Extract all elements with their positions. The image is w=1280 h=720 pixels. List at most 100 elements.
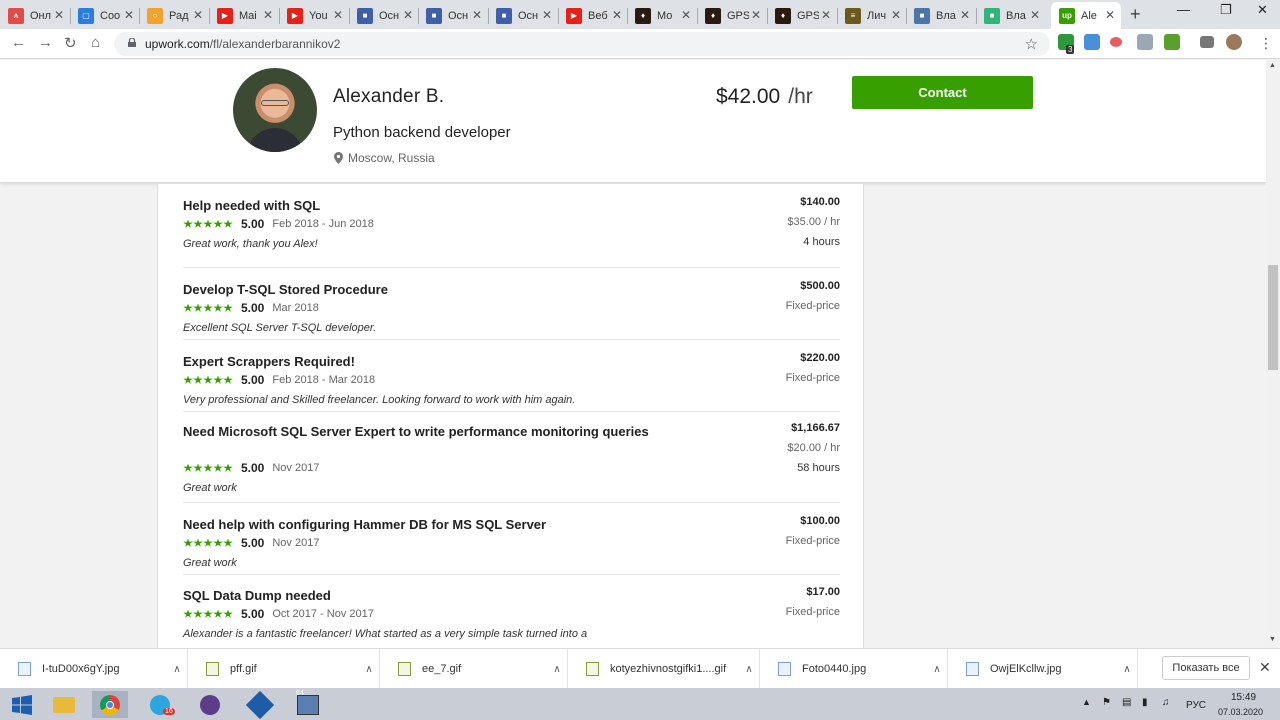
download-filename: kotyezhivnostgifki1....gif [610,663,727,675]
extension-heart-icon[interactable] [1110,37,1122,47]
tab-close-icon[interactable]: ✕ [124,8,134,22]
job-title[interactable]: SQL Data Dump needed [183,586,653,605]
reload-button[interactable]: ↻ [64,34,77,52]
show-all-downloads-button[interactable]: Показать все [1162,656,1250,680]
tab-close-icon[interactable]: ✕ [891,8,901,22]
tab-close-icon[interactable]: ✕ [542,8,552,22]
bookmark-star-icon[interactable]: ☆ [1025,35,1038,53]
media-control-icon[interactable] [1200,36,1214,48]
tab-close-icon[interactable]: ✕ [612,8,622,22]
network-icon[interactable]: ▤ [1122,697,1131,708]
browser-tab[interactable]: ▢ Coo ✕ [70,2,140,29]
job-title[interactable]: Expert Scrappers Required! [183,352,653,371]
chrome-taskbar-icon[interactable] [92,691,128,718]
browser-tab[interactable]: ▶ Mai ✕ [209,2,279,29]
tab-close-icon[interactable]: ✕ [821,8,831,22]
tab-close-icon[interactable]: ✕ [193,8,203,22]
close-downloads-bar-icon[interactable]: ✕ [1259,659,1271,676]
chrome-menu-icon[interactable]: ⋮ [1259,35,1273,52]
browser-tab[interactable]: ■ Осн ✕ [418,2,488,29]
file-explorer-icon[interactable] [46,691,82,718]
download-item[interactable]: OwjElKcllw.jpg ∧ [948,649,1138,689]
job-title[interactable]: Need Microsoft SQL Server Expert to writ… [183,422,653,441]
restore-button[interactable]: ❐ [1220,2,1232,18]
browser-tab[interactable]: ♦ GPS ✕ [697,2,767,29]
browser-tab[interactable]: up Ale ✕ [1051,2,1121,29]
profile-avatar-icon[interactable] [1226,34,1242,50]
scroll-down-arrow-icon[interactable]: ▼ [1269,636,1276,643]
tor-browser-icon[interactable] [192,691,228,718]
job-title[interactable]: Help needed with SQL [183,196,653,215]
windows-logo-icon [12,694,32,715]
job-rate-type: Fixed-price [785,535,840,547]
job-title[interactable]: Need help with configuring Hammer DB for… [183,515,653,534]
tab-label: Рад [169,9,189,22]
back-button[interactable]: ← [11,34,26,51]
download-item[interactable]: Foto0440.jpg ∧ [760,649,948,689]
browser-tab[interactable]: ▶ Веб ✕ [558,2,628,29]
chevron-up-icon[interactable]: ∧ [739,664,759,675]
tab-label: Ale [1081,9,1097,22]
tab-close-icon[interactable]: ✕ [751,8,761,22]
browser-tab[interactable]: ♦ GPS ✕ [767,2,837,29]
clock-time[interactable]: 15:49 [1231,692,1256,703]
scroll-up-arrow-icon[interactable]: ▲ [1269,62,1276,69]
job-title[interactable]: Develop T-SQL Stored Procedure [183,280,653,299]
job-hours: 58 hours [797,462,840,474]
tab-close-icon[interactable]: ✕ [333,8,343,22]
download-item[interactable]: kotyezhivnostgifki1....gif ∧ [568,649,760,689]
browser-tab[interactable]: ≡ Лич ✕ [837,2,907,29]
close-window-button[interactable]: ✕ [1257,2,1268,18]
browser-tab[interactable]: ■ Осн ✕ [488,2,558,29]
page-scrollbar[interactable]: ▲ ▼ [1266,60,1280,648]
chevron-up-icon[interactable]: ∧ [359,664,379,675]
scrollbar-thumb[interactable] [1268,265,1278,370]
chevron-up-icon[interactable]: ∧ [547,664,567,675]
tab-close-icon[interactable]: ✕ [681,8,691,22]
tab-close-icon[interactable]: ✕ [960,8,970,22]
download-item[interactable]: pff.gif ∧ [188,649,380,689]
browser-tab[interactable]: ■ Осн ✕ [349,2,419,29]
tab-label: Веб [588,9,608,22]
tab-close-icon[interactable]: ✕ [403,8,413,22]
chevron-up-icon[interactable]: ∧ [167,664,187,675]
browser-tab[interactable]: ♦ Мо ✕ [627,2,697,29]
extension-evernote-icon[interactable] [1164,34,1180,50]
extension-photo-icon[interactable] [1137,34,1153,50]
minimize-button[interactable]: — [1177,2,1190,17]
address-bar[interactable]: upwork.com/fl/alexanderbarannikov2 ☆ [114,32,1050,56]
download-filename: OwjElKcllw.jpg [990,663,1062,675]
volume-icon[interactable]: ♫ [1162,697,1170,708]
battery-icon[interactable]: ▮ [1142,697,1148,708]
browser-tab[interactable]: ■ Вла ✕ [906,2,976,29]
rating-stars-icon [183,463,233,473]
job-rating-row: 5.00 Nov 2017 [183,536,319,550]
gif-file-icon [398,662,411,676]
tab-favicon-icon: ■ [984,7,1000,24]
tab-close-icon[interactable]: ✕ [1105,8,1115,22]
browser-tab[interactable]: ○ Рад ✕ [139,2,209,29]
virtualbox-icon[interactable] [242,690,278,719]
download-item[interactable]: ee_7.gif ∧ [380,649,568,689]
chevron-up-icon[interactable]: ∧ [1117,664,1137,675]
browser-tab[interactable]: ▶ You ✕ [279,2,349,29]
chevron-up-icon[interactable]: ∧ [927,664,947,675]
language-indicator[interactable]: РУС [1186,700,1206,711]
home-button[interactable]: ⌂ [91,34,100,51]
new-tab-button[interactable]: + [1130,4,1141,25]
contact-button[interactable]: Contact [852,76,1033,109]
tab-favicon-icon: ♦ [635,7,651,24]
browser-tab[interactable]: ■ Вла ✕ [976,2,1046,29]
download-item[interactable]: I-tuD00x6gY.jpg ∧ [0,649,188,689]
tray-expand-icon[interactable]: ▲ [1082,697,1091,707]
gif-file-icon [586,662,599,676]
flag-icon[interactable]: ⚑ [1102,697,1111,708]
tab-close-icon[interactable]: ✕ [54,8,64,22]
browser-tab[interactable]: ʌ Онл ✕ [0,2,70,29]
tab-close-icon[interactable]: ✕ [1030,8,1040,22]
windows-start-button[interactable] [4,691,40,718]
tab-close-icon[interactable]: ✕ [472,8,482,22]
forward-button[interactable]: → [38,34,53,51]
extension-translate-icon[interactable] [1084,34,1100,50]
tab-close-icon[interactable]: ✕ [263,8,273,22]
